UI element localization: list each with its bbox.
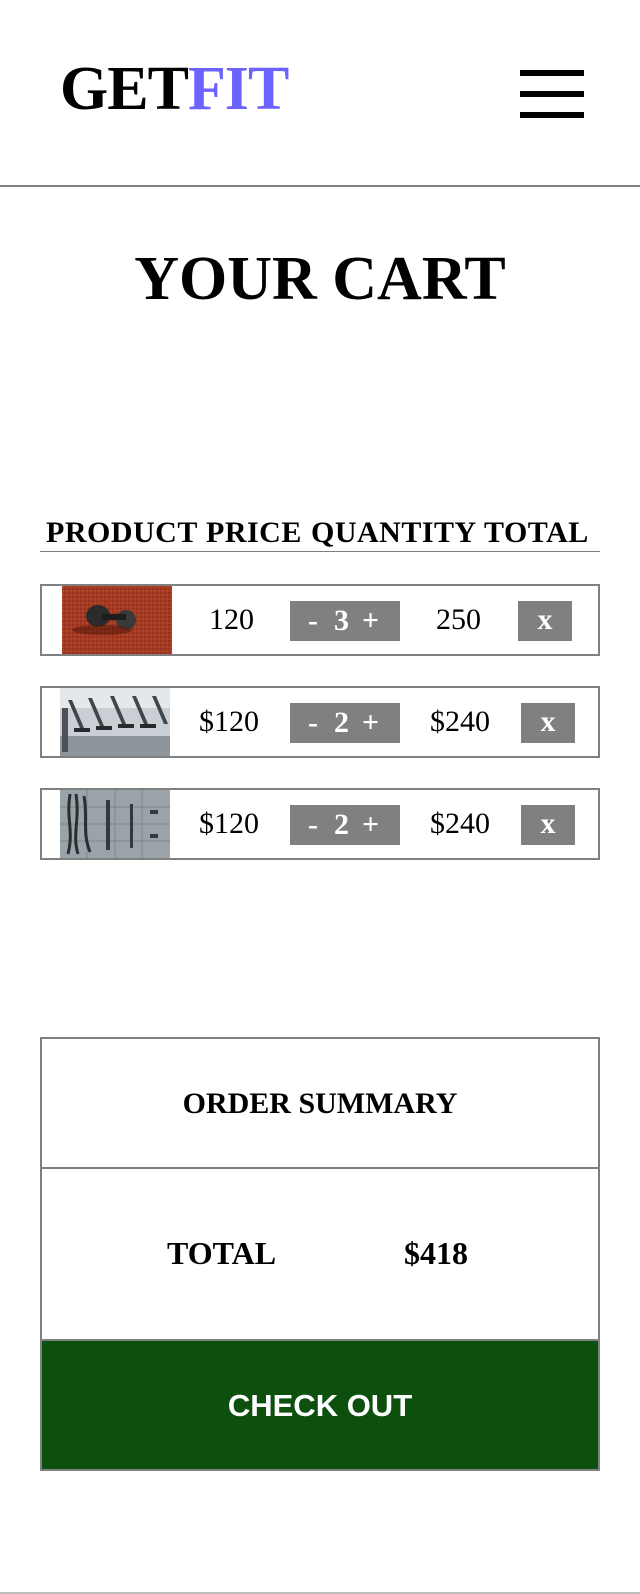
- logo-primary-text: GET: [60, 55, 189, 123]
- item-total: $240: [430, 705, 490, 738]
- cart-table-header: PRODUCT PRICE QUANTITY TOTAL: [40, 512, 600, 552]
- column-header-product: PRODUCT: [46, 516, 198, 549]
- logo[interactable]: GETFIT: [60, 55, 289, 123]
- decrease-quantity-button[interactable]: -: [308, 703, 318, 743]
- column-header-total: TOTAL: [484, 516, 589, 549]
- item-price: $120: [199, 807, 259, 840]
- cart-row: $120 - 2 + $240 x: [40, 686, 600, 758]
- quantity-stepper: - 2 +: [290, 805, 400, 845]
- hamburger-menu-icon[interactable]: [520, 70, 584, 118]
- decrease-quantity-button[interactable]: -: [308, 805, 318, 845]
- cart-row: $120 - 2 + $240 x: [40, 788, 600, 860]
- increase-quantity-button[interactable]: +: [362, 601, 379, 641]
- product-image: [60, 688, 170, 756]
- item-total: $240: [430, 807, 490, 840]
- column-header-quantity: QUANTITY: [311, 516, 477, 549]
- item-total: 250: [436, 603, 481, 636]
- order-summary-title: ORDER SUMMARY: [42, 1039, 598, 1169]
- quantity-stepper: - 2 +: [290, 703, 400, 743]
- decrease-quantity-button[interactable]: -: [308, 601, 318, 641]
- item-price: $120: [199, 705, 259, 738]
- product-image: [60, 790, 170, 858]
- page-title: YOUR CART: [134, 245, 506, 313]
- cart-row: 120 - 3 + 250 x: [40, 584, 600, 656]
- product-image: [62, 586, 172, 654]
- item-price: 120: [209, 603, 254, 636]
- quantity-value: 2: [334, 706, 349, 739]
- quantity-value: 3: [334, 604, 349, 637]
- remove-item-button[interactable]: x: [521, 703, 575, 743]
- checkout-button[interactable]: CHECK OUT: [42, 1341, 598, 1469]
- logo-accent-text: FIT: [187, 55, 289, 123]
- remove-item-button[interactable]: x: [521, 805, 575, 845]
- column-header-price: PRICE: [206, 516, 302, 549]
- remove-item-button[interactable]: x: [518, 601, 572, 641]
- order-total-value: $418: [404, 1235, 468, 1271]
- increase-quantity-button[interactable]: +: [362, 805, 379, 845]
- order-total-row: TOTAL $418: [42, 1169, 598, 1341]
- site-header: GETFIT: [0, 0, 640, 187]
- quantity-value: 2: [334, 808, 349, 841]
- increase-quantity-button[interactable]: +: [362, 703, 379, 743]
- quantity-stepper: - 3 +: [290, 601, 400, 641]
- order-total-label: TOTAL: [167, 1235, 277, 1271]
- order-summary: ORDER SUMMARY TOTAL $418 CHECK OUT: [40, 1037, 600, 1471]
